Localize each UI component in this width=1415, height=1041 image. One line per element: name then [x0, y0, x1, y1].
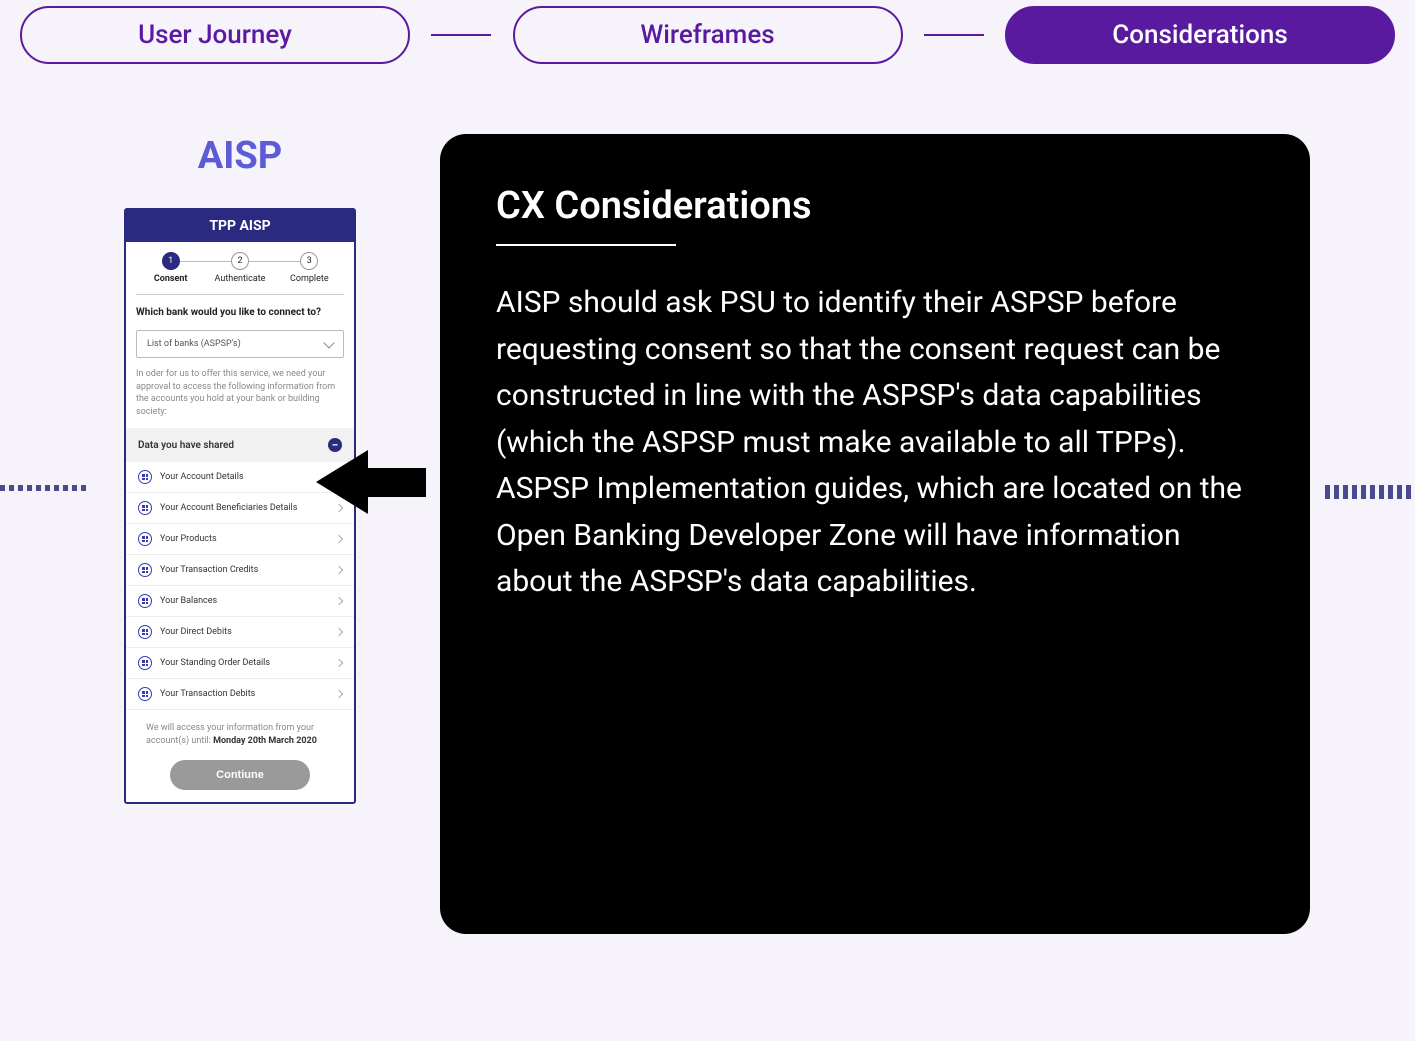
shared-data-row[interactable]: Your Balances [126, 586, 354, 617]
step-consent: 1 Consent [136, 252, 205, 284]
shared-row-label: Your Transaction Debits [160, 689, 336, 699]
tab-wireframes[interactable]: Wireframes [513, 6, 903, 64]
grid-icon [138, 470, 152, 484]
shared-row-label: Your Products [160, 534, 336, 544]
continue-button[interactable]: Contiune [170, 760, 310, 790]
tab-connector [924, 34, 984, 36]
shared-data-label: Data you have shared [138, 440, 234, 451]
chevron-right-icon [335, 566, 343, 574]
bank-select-placeholder: List of banks (ASPSP's) [147, 339, 241, 349]
step-complete: 3 Complete [275, 252, 344, 284]
grid-icon [138, 594, 152, 608]
bank-question: Which bank would you like to connect to? [136, 307, 344, 318]
cx-title: CX Considerations [496, 184, 1254, 228]
chevron-right-icon [335, 628, 343, 636]
consent-info-text: In oder for us to offer this service, we… [136, 368, 344, 418]
grid-icon [138, 501, 152, 515]
shared-data-row[interactable]: Your Products [126, 524, 354, 555]
tab-user-journey[interactable]: User Journey [20, 6, 410, 64]
grid-icon [138, 656, 152, 670]
chevron-right-icon [335, 659, 343, 667]
bank-select-dropdown[interactable]: List of banks (ASPSP's) [136, 330, 344, 358]
chevron-down-icon [323, 337, 334, 348]
grid-icon [138, 563, 152, 577]
shared-data-row[interactable]: Your Transaction Credits [126, 555, 354, 586]
step-authenticate: 2 Authenticate [205, 252, 274, 284]
grid-icon [138, 687, 152, 701]
shared-row-label: Your Balances [160, 596, 336, 606]
tab-considerations[interactable]: Considerations [1005, 6, 1395, 64]
shared-row-label: Your Account Details [160, 472, 336, 482]
shared-row-label: Your Standing Order Details [160, 658, 336, 668]
grid-icon [138, 532, 152, 546]
chevron-right-icon [335, 535, 343, 543]
shared-data-row[interactable]: Your Standing Order Details [126, 648, 354, 679]
callout-arrow-stem [366, 468, 426, 497]
shared-row-label: Your Account Beneficiaries Details [160, 503, 336, 513]
tab-connector [431, 34, 491, 36]
callout-arrow-icon [316, 450, 368, 514]
grid-icon [138, 625, 152, 639]
phone-header: TPP AISP [126, 210, 354, 242]
shared-data-row[interactable]: Your Direct Debits [126, 617, 354, 648]
aisp-title: AISP [80, 134, 400, 178]
shared-row-label: Your Transaction Credits [160, 565, 336, 575]
cx-considerations-panel: CX Considerations AISP should ask PSU to… [440, 134, 1310, 934]
cx-title-underline [496, 244, 676, 246]
shared-row-label: Your Direct Debits [160, 627, 336, 637]
progress-stepper: 1 Consent 2 Authenticate 3 Complete [126, 242, 354, 290]
top-tabs: User Journey Wireframes Considerations [0, 6, 1415, 64]
chevron-right-icon [335, 690, 343, 698]
cx-body-text: AISP should ask PSU to identify their AS… [496, 280, 1254, 606]
chevron-right-icon [335, 597, 343, 605]
access-note: We will access your information from you… [146, 722, 334, 747]
shared-data-row[interactable]: Your Transaction Debits [126, 679, 354, 710]
